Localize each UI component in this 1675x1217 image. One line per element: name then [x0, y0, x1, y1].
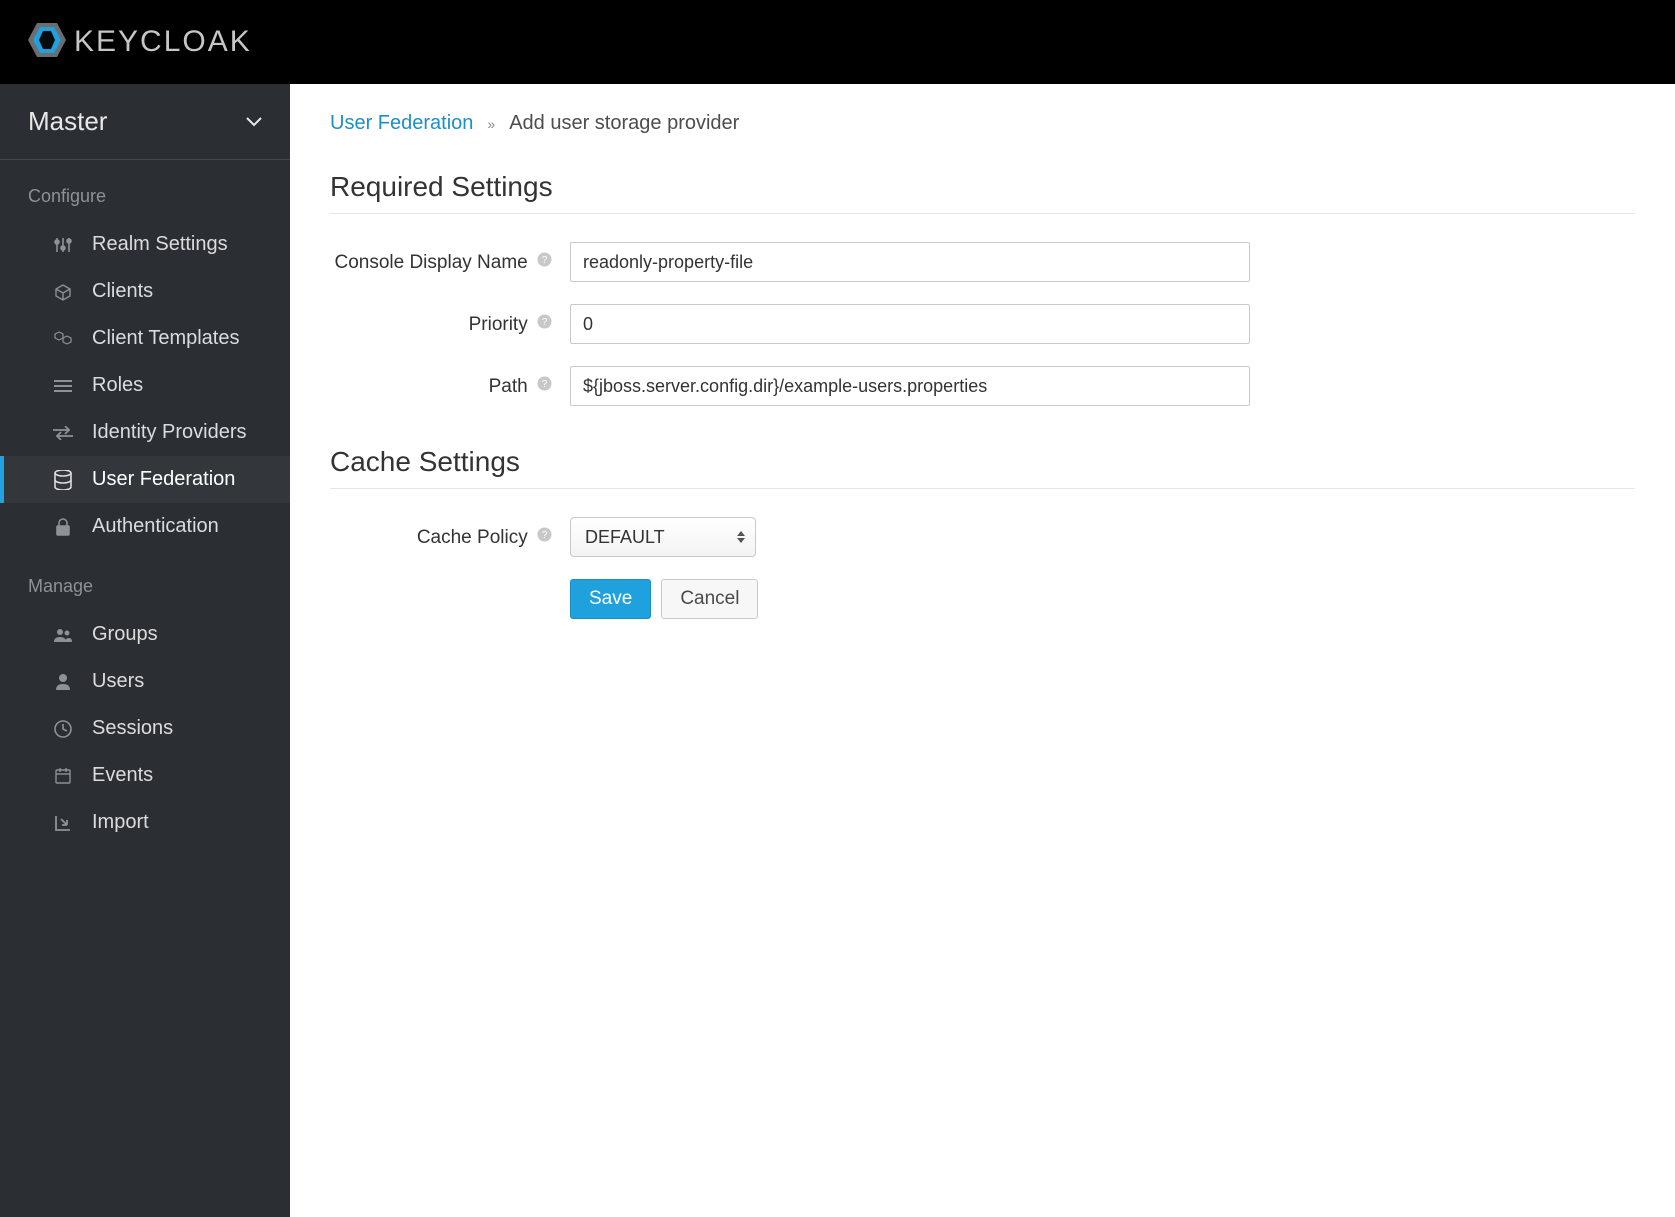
sidebar-item-identity-providers[interactable]: Identity Providers: [0, 409, 290, 456]
sidebar-item-realm-settings[interactable]: Realm Settings: [0, 221, 290, 268]
svg-text:?: ?: [542, 317, 548, 328]
path-input[interactable]: [570, 366, 1250, 406]
sidebar-item-clients[interactable]: Clients: [0, 268, 290, 315]
realm-selector[interactable]: Master: [0, 84, 290, 160]
sidebar-item-label: Clients: [92, 280, 153, 303]
sidebar: Master Configure Realm Settings Clients …: [0, 84, 290, 1217]
chevron-down-icon: [246, 111, 262, 132]
label-console-display-name: Console Display Name ?: [330, 242, 570, 277]
keycloak-logo-icon: [28, 23, 66, 62]
brand-text: KEYCLOAK: [74, 25, 252, 59]
brand-logo[interactable]: KEYCLOAK: [28, 23, 252, 62]
sidebar-item-roles[interactable]: Roles: [0, 362, 290, 409]
breadcrumb: User Federation » Add user storage provi…: [330, 112, 1635, 135]
clock-icon: [52, 718, 74, 740]
sidebar-item-label: Roles: [92, 374, 143, 397]
main-content: User Federation » Add user storage provi…: [290, 84, 1675, 1217]
help-icon[interactable]: ?: [537, 314, 552, 336]
sidebar-item-events[interactable]: Events: [0, 752, 290, 799]
console-display-name-input[interactable]: [570, 242, 1250, 282]
form-row-console-display-name: Console Display Name ?: [330, 242, 1635, 282]
sidebar-item-label: Identity Providers: [92, 421, 247, 444]
help-icon[interactable]: ?: [537, 376, 552, 398]
nav-section-configure: Configure: [0, 160, 290, 221]
select-value: DEFAULT: [585, 527, 665, 548]
form-row-priority: Priority ?: [330, 304, 1635, 344]
cubes-icon: [52, 328, 74, 350]
sidebar-item-label: Realm Settings: [92, 233, 228, 256]
svg-text:?: ?: [542, 379, 548, 390]
help-icon[interactable]: ?: [537, 252, 552, 274]
group-icon: [52, 624, 74, 646]
topbar: KEYCLOAK: [0, 0, 1675, 84]
breadcrumb-separator-icon: »: [487, 116, 495, 132]
list-icon: [52, 375, 74, 397]
select-caret-icon: [737, 531, 745, 543]
breadcrumb-current: Add user storage provider: [509, 112, 739, 135]
sidebar-item-label: Groups: [92, 623, 158, 646]
sliders-icon: [52, 234, 74, 256]
exchange-icon: [52, 422, 74, 444]
sidebar-item-import[interactable]: Import: [0, 799, 290, 846]
sidebar-item-user-federation[interactable]: User Federation: [0, 456, 290, 503]
svg-text:?: ?: [542, 255, 548, 266]
sidebar-item-label: Events: [92, 764, 153, 787]
lock-icon: [52, 516, 74, 538]
cube-icon: [52, 281, 74, 303]
sidebar-item-label: Users: [92, 670, 144, 693]
sidebar-item-authentication[interactable]: Authentication: [0, 503, 290, 550]
calendar-icon: [52, 765, 74, 787]
sidebar-item-users[interactable]: Users: [0, 658, 290, 705]
priority-input[interactable]: [570, 304, 1250, 344]
section-heading-cache: Cache Settings: [330, 446, 1635, 489]
sidebar-item-label: Import: [92, 811, 149, 834]
cache-policy-select[interactable]: DEFAULT: [570, 517, 756, 557]
button-row: Save Cancel: [570, 579, 1635, 619]
sidebar-item-sessions[interactable]: Sessions: [0, 705, 290, 752]
form-row-path: Path ?: [330, 366, 1635, 406]
nav-section-manage: Manage: [0, 550, 290, 611]
user-icon: [52, 671, 74, 693]
cancel-button[interactable]: Cancel: [661, 579, 758, 619]
label-priority: Priority ?: [330, 304, 570, 339]
section-heading-required: Required Settings: [330, 171, 1635, 214]
sidebar-item-groups[interactable]: Groups: [0, 611, 290, 658]
breadcrumb-parent-link[interactable]: User Federation: [330, 112, 473, 135]
help-icon[interactable]: ?: [537, 527, 552, 549]
label-path: Path ?: [330, 366, 570, 401]
database-icon: [52, 469, 74, 491]
sidebar-item-label: Sessions: [92, 717, 173, 740]
save-button[interactable]: Save: [570, 579, 651, 619]
sidebar-item-client-templates[interactable]: Client Templates: [0, 315, 290, 362]
form-row-cache-policy: Cache Policy ? DEFAULT: [330, 517, 1635, 557]
label-cache-policy: Cache Policy ?: [330, 517, 570, 552]
sidebar-item-label: User Federation: [92, 468, 235, 491]
sidebar-item-label: Client Templates: [92, 327, 239, 350]
import-icon: [52, 812, 74, 834]
realm-selector-label: Master: [28, 106, 107, 137]
sidebar-item-label: Authentication: [92, 515, 219, 538]
svg-text:?: ?: [542, 530, 548, 541]
